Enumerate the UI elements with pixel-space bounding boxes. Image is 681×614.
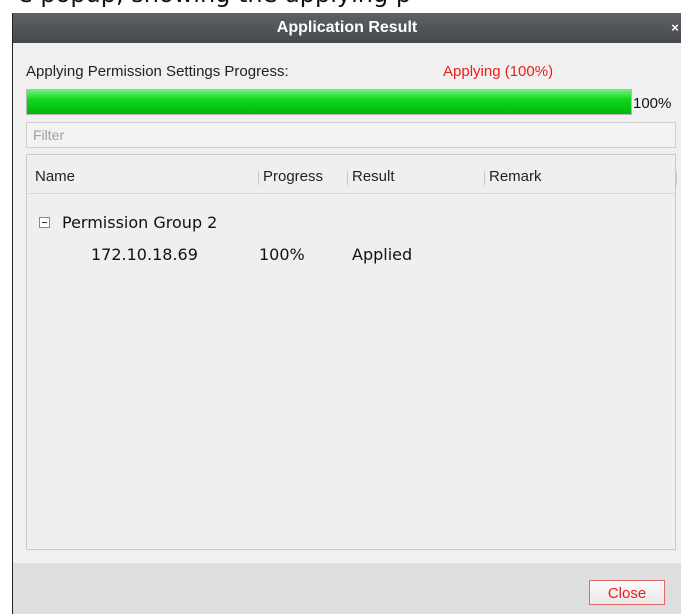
column-header-remark[interactable]: Remark (489, 168, 542, 185)
progress-bar (26, 89, 632, 115)
dialog-title: Application Result (276, 19, 418, 36)
progress-label: Applying Permission Settings Progress: (26, 63, 289, 80)
column-divider[interactable] (347, 171, 348, 185)
device-result-cell: Applied (352, 245, 413, 264)
close-button[interactable]: Close (589, 580, 665, 605)
dialog-titlebar: Application Result × (13, 13, 681, 43)
column-divider[interactable] (484, 171, 485, 185)
device-ip-cell[interactable]: 172.10.18.69 (91, 245, 198, 264)
dialog-content: Applying Permission Settings Progress: A… (13, 43, 681, 563)
column-divider[interactable] (676, 171, 677, 185)
collapse-icon[interactable] (39, 217, 50, 228)
application-result-dialog: Application Result × Applying Permission… (12, 13, 681, 614)
progress-bar-fill (27, 90, 631, 114)
column-header-result[interactable]: Result (352, 168, 395, 185)
table-header: Name Progress Result Remark (27, 155, 677, 194)
dialog-footer: Close (13, 563, 681, 614)
filter-input[interactable] (26, 122, 676, 148)
progress-percent: 100% (633, 95, 672, 112)
group-row-label[interactable]: Permission Group 2 (62, 213, 217, 232)
close-icon[interactable]: × (669, 13, 681, 43)
device-progress-cell: 100% (259, 245, 305, 264)
column-header-name[interactable]: Name (35, 168, 75, 185)
background-caption: e popup, showing the applying p (18, 0, 411, 8)
column-header-progress[interactable]: Progress (263, 168, 323, 185)
column-divider[interactable] (258, 171, 259, 185)
result-table: Name Progress Result Remark Permission G… (26, 154, 677, 550)
progress-status: Applying (100%) (443, 63, 554, 80)
